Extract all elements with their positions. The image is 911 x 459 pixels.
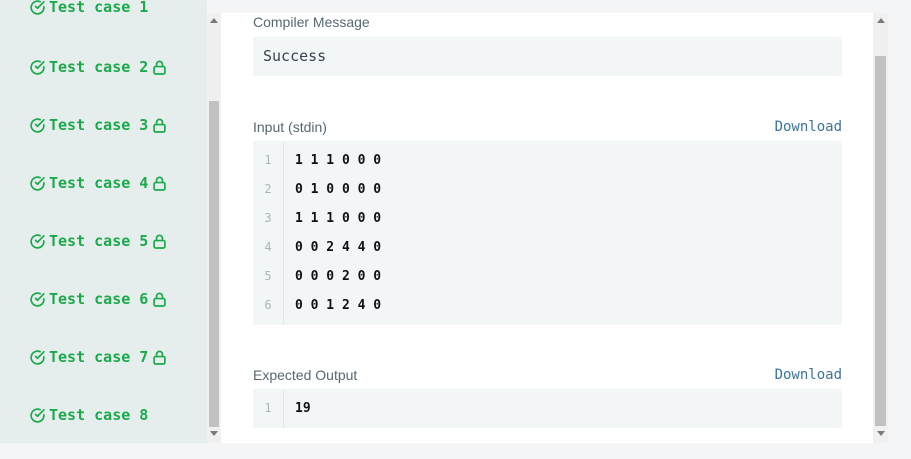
code-text: 0 0 0 2 0 0 [295, 268, 382, 284]
lock-icon [153, 292, 167, 307]
sidebar-item-test-case-5[interactable]: Test case 5 [29, 229, 167, 253]
sidebar-item-label: Test case 8 [49, 406, 149, 424]
sidebar-item-test-case-7[interactable]: Test case 7 [29, 345, 167, 369]
sidebar-item-test-case-6[interactable]: Test case 6 [29, 287, 167, 311]
line-number: 1 [264, 153, 272, 167]
check-circle-icon [30, 349, 45, 365]
sidebar-scrollbar-thumb[interactable] [209, 101, 219, 427]
code-text: 1 1 1 0 0 0 [295, 210, 382, 226]
line-number: 6 [264, 298, 272, 312]
line-number: 5 [264, 269, 272, 283]
input-label: Input (stdin) [253, 119, 327, 135]
check-circle-icon [30, 175, 45, 191]
line-number: 2 [264, 182, 272, 196]
lock-icon [153, 60, 167, 75]
compiler-message-box: Success [253, 37, 842, 76]
code-line: 6 0 0 1 2 4 0 [253, 295, 381, 315]
sidebar-scrollbar[interactable] [207, 13, 221, 443]
code-line: 4 0 0 2 4 4 0 [253, 237, 381, 257]
line-number: 4 [264, 240, 272, 254]
lock-icon [153, 350, 167, 365]
sidebar-item-test-case-3[interactable]: Test case 3 [29, 113, 167, 137]
sidebar-item-label: Test case 7 [49, 348, 149, 366]
check-circle-icon [30, 59, 45, 75]
sidebar-item-label: Test case 3 [49, 116, 149, 134]
test-case-details-panel: Compiler Message Success Input (stdin) D… [221, 13, 873, 443]
main-scrollbar[interactable] [873, 13, 888, 443]
main-scrollbar-thumb[interactable] [875, 56, 886, 426]
code-text: 19 [295, 400, 311, 416]
sidebar-item-label: Test case 5 [49, 232, 149, 250]
check-circle-icon [30, 117, 45, 133]
input-code-box: 1 1 1 1 0 0 0 2 0 1 0 0 0 0 3 1 1 1 0 0 … [253, 141, 842, 325]
sidebar-item-label: Test case 4 [49, 174, 149, 192]
code-line: 2 0 1 0 0 0 0 [253, 179, 381, 199]
scroll-up-arrow-icon[interactable] [877, 18, 885, 23]
check-circle-icon [30, 291, 45, 307]
sidebar-item-label: Test case 2 [49, 58, 149, 76]
scroll-up-arrow-icon[interactable] [210, 18, 218, 23]
expected-output-download-link[interactable]: Download [775, 367, 842, 383]
sidebar-item-test-case-1[interactable]: Test case 1 [29, 0, 148, 19]
sidebar-item-test-case-4[interactable]: Test case 4 [29, 171, 167, 195]
code-text: 0 0 1 2 4 0 [295, 297, 382, 313]
expected-output-label: Expected Output [253, 367, 358, 383]
compiler-message-label: Compiler Message [253, 14, 370, 30]
compiler-message-text: Success [263, 47, 327, 65]
lock-icon [153, 118, 167, 133]
sidebar-item-test-case-2[interactable]: Test case 2 [29, 55, 167, 79]
code-line: 1 1 1 1 0 0 0 [253, 150, 381, 170]
code-text: 0 0 2 4 4 0 [295, 239, 382, 255]
sidebar-item-test-case-8[interactable]: Test case 8 [29, 403, 148, 427]
expected-output-code-box: 1 19 [253, 389, 842, 428]
line-number: 1 [264, 401, 272, 415]
check-circle-icon [30, 0, 45, 15]
code-line: 1 19 [253, 398, 311, 418]
sidebar-item-label: Test case 1 [49, 0, 149, 16]
check-circle-icon [30, 407, 45, 423]
lock-icon [153, 176, 167, 191]
line-number: 3 [264, 211, 272, 225]
code-line: 3 1 1 1 0 0 0 [253, 208, 381, 228]
input-download-link[interactable]: Download [775, 119, 842, 135]
lock-icon [153, 234, 167, 249]
sidebar-item-label: Test case 6 [49, 290, 149, 308]
scroll-down-arrow-icon[interactable] [210, 431, 218, 436]
check-circle-icon [30, 233, 45, 249]
code-text: 1 1 1 0 0 0 [295, 152, 382, 168]
code-text: 0 1 0 0 0 0 [295, 181, 382, 197]
test-case-sidebar: Test case 1 Test case 2 Test case 3 Test… [0, 0, 207, 443]
code-line: 5 0 0 0 2 0 0 [253, 266, 381, 286]
scroll-down-arrow-icon[interactable] [877, 431, 885, 436]
